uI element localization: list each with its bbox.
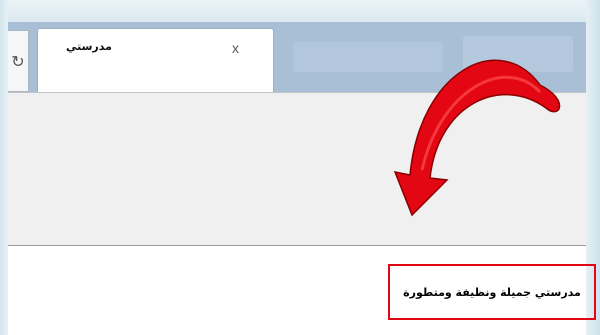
typed-text: مدرستي جميلة ونظيفة ومتطورة (403, 285, 581, 299)
close-icon[interactable]: x (232, 40, 239, 56)
blurred-toolbar-area (463, 36, 573, 72)
highlighted-text-box: مدرستي جميلة ونظيفة ومتطورة (388, 264, 596, 320)
toolbar-area (8, 92, 586, 246)
blurred-toolbar-area (293, 42, 443, 72)
frame-left (0, 0, 8, 335)
refresh-button[interactable]: ↻ (8, 30, 29, 92)
frame-top (0, 0, 600, 22)
tab-title: مدرستي (66, 40, 112, 53)
browser-tab[interactable] (37, 28, 274, 93)
refresh-icon: ↻ (11, 51, 25, 71)
